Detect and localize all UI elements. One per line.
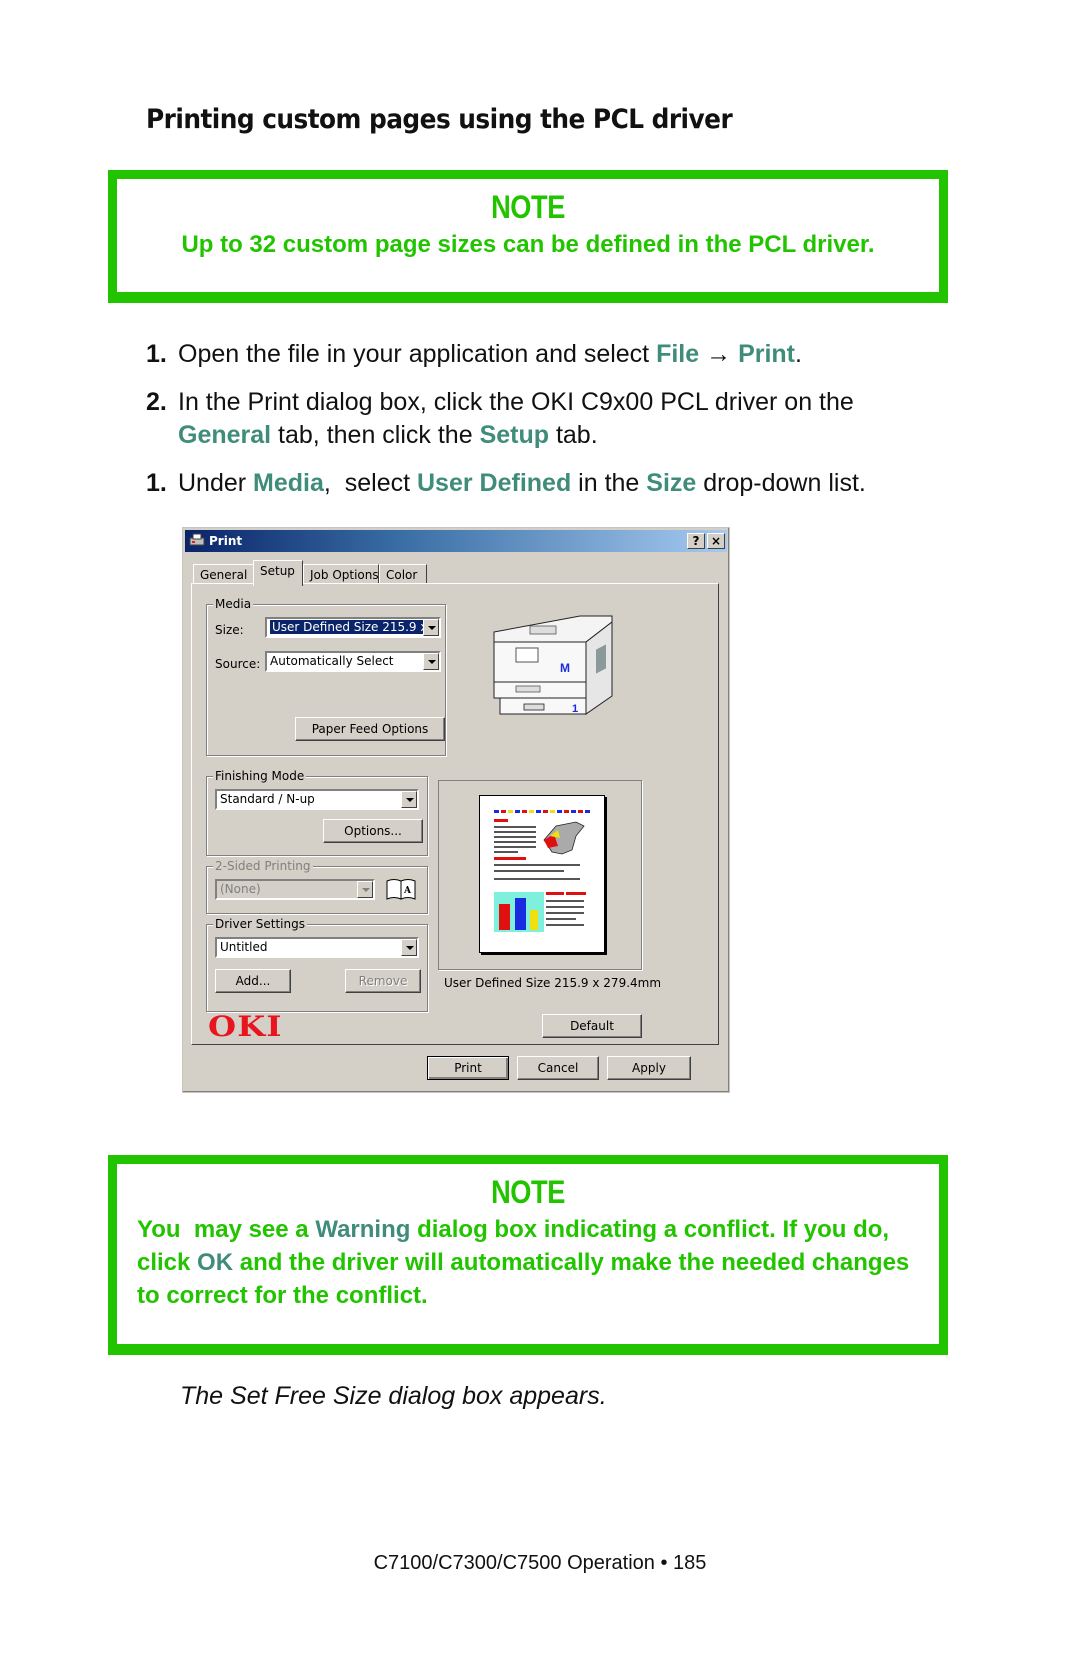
cancel-button[interactable]: Cancel	[517, 1056, 599, 1080]
page-thumbnail	[479, 795, 605, 953]
user-defined-ref: User Defined	[417, 469, 572, 497]
step-text-end: tab.	[549, 421, 598, 449]
result-text: The Set Free Size dialog box appears.	[180, 1382, 607, 1410]
source-label: Source:	[215, 657, 261, 671]
step-select-driver: 2. In the Print dialog box, click the OKI…	[146, 386, 854, 452]
two-sided-printing-label: 2-Sided Printing	[213, 859, 313, 873]
finishing-mode-dropdown[interactable]: Standard / N-up	[215, 789, 419, 810]
finishing-mode-group: Finishing Mode Standard / N-up Options..…	[206, 769, 428, 856]
step-number: 1.	[146, 340, 167, 368]
svg-text:A: A	[403, 886, 412, 896]
menu-file-ref: File	[656, 340, 700, 368]
note-text: You may see a Warning dialog box indicat…	[117, 1213, 939, 1312]
finishing-mode-label: Finishing Mode	[213, 769, 307, 783]
warning-ref: Warning	[315, 1216, 411, 1243]
chevron-down-icon[interactable]	[401, 939, 417, 956]
chevron-down-icon[interactable]	[423, 619, 439, 636]
step-open-file: 1. Open the file in your application and …	[146, 338, 802, 371]
step-text: in the	[571, 469, 647, 497]
note-box-warning: NOTE You may see a Warning dialog box in…	[108, 1155, 948, 1355]
paper-feed-options-button[interactable]: Paper Feed Options	[295, 717, 445, 741]
note-title: NOTE	[491, 189, 565, 225]
remove-button[interactable]: Remove	[345, 969, 421, 993]
media-group: Media Size: User Defined Size 215.9 x 27…	[206, 597, 446, 756]
apply-button[interactable]: Apply	[607, 1056, 691, 1080]
step-select-size: 1. Under Media, select User Defined in th…	[146, 467, 866, 500]
add-button[interactable]: Add...	[215, 969, 291, 993]
tab-general[interactable]: General	[193, 564, 255, 584]
default-button[interactable]: Default	[542, 1014, 642, 1038]
ok-ref: OK	[197, 1249, 234, 1276]
step-text: In the Print dialog box, click the OKI C…	[178, 388, 854, 416]
step-number: 2.	[146, 388, 167, 416]
tab-job-options[interactable]: Job Options	[303, 564, 379, 584]
preview-caption: User Defined Size 215.9 x 279.4mm	[444, 976, 662, 990]
print-button[interactable]: Print	[427, 1056, 509, 1080]
note-text: Up to 32 custom page sizes can be define…	[181, 231, 875, 258]
driver-settings-value: Untitled	[220, 940, 268, 954]
page-preview-box	[438, 780, 642, 970]
driver-settings-label: Driver Settings	[213, 917, 307, 931]
note-box-custom-sizes: NOTE Up to 32 custom page sizes can be d…	[108, 170, 948, 303]
step-text: tab, then click the	[271, 421, 480, 449]
two-sided-dropdown[interactable]: (None)	[215, 879, 375, 900]
tray-m-label: M	[560, 661, 570, 675]
size-ref: Size	[646, 469, 697, 497]
step-text-end: .	[795, 340, 802, 368]
size-label: Size:	[215, 623, 244, 637]
printer-icon	[189, 533, 205, 546]
note-text-part: You may see a	[137, 1216, 316, 1243]
driver-settings-dropdown[interactable]: Untitled	[215, 937, 419, 958]
driver-settings-group: Driver Settings Untitled Add... Remove	[206, 917, 428, 1012]
step-number: 1.	[146, 469, 167, 497]
step-text: , select	[323, 469, 417, 497]
step-text: Under	[178, 469, 254, 497]
dialog-titlebar: Print ? ×	[185, 530, 727, 552]
tab-color[interactable]: Color	[379, 564, 427, 584]
note-text-part: and the driver will automatically make t…	[137, 1249, 910, 1309]
chevron-down-icon[interactable]	[401, 791, 417, 808]
note-title: NOTE	[491, 1174, 565, 1210]
source-dropdown[interactable]: Automatically Select	[265, 651, 441, 672]
setup-panel: Media Size: User Defined Size 215.9 x 27…	[191, 583, 719, 1045]
media-ref: Media	[253, 469, 324, 497]
source-value: Automatically Select	[270, 654, 394, 668]
chevron-down-icon[interactable]	[423, 653, 439, 670]
chevron-down-icon[interactable]	[357, 881, 373, 898]
menu-print-ref: Print	[738, 340, 796, 368]
print-dialog: Print ? × General Setup Job Options Colo…	[182, 527, 730, 1093]
two-sided-printing-group: 2-Sided Printing (None) A	[206, 859, 428, 914]
size-value: User Defined Size 215.9 x 279.4mm	[270, 620, 439, 634]
page-preview-image	[494, 810, 590, 932]
step-text-end: drop-down list.	[696, 469, 866, 497]
printer-illustration: M 1	[493, 615, 613, 715]
tray-1-label: 1	[572, 703, 578, 715]
page-footer: C7100/C7300/C7500 Operation • 185	[373, 1552, 707, 1574]
two-sided-value: (None)	[220, 882, 261, 896]
general-tab-ref: General	[178, 421, 272, 449]
help-button[interactable]: ?	[687, 533, 705, 549]
arrow-glyph: →	[699, 340, 739, 368]
size-dropdown[interactable]: User Defined Size 215.9 x 279.4mm	[265, 617, 441, 638]
page-heading: Printing custom pages using the PCL driv…	[146, 104, 733, 135]
close-button[interactable]: ×	[707, 533, 725, 549]
tab-setup[interactable]: Setup	[253, 560, 303, 586]
setup-tab-ref: Setup	[479, 421, 550, 449]
media-group-label: Media	[213, 597, 254, 611]
step-text: Open the file in your application and se…	[178, 340, 657, 368]
booklet-icon: A	[386, 879, 416, 900]
dialog-title: Print	[209, 534, 243, 548]
oki-logo: OKI	[208, 1010, 283, 1043]
finishing-mode-value: Standard / N-up	[220, 792, 315, 806]
options-button[interactable]: Options...	[323, 819, 423, 843]
